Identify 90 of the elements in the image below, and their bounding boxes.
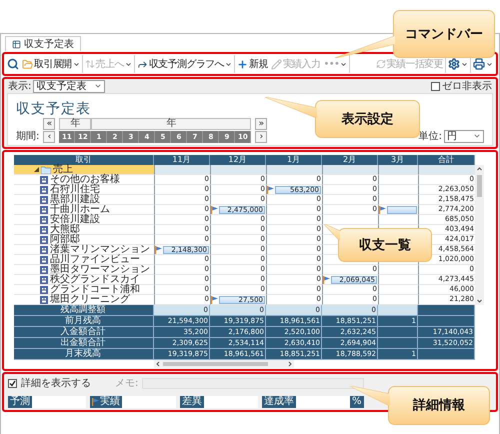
printer-icon: [473, 58, 485, 70]
memo-label: メモ:: [115, 377, 138, 390]
toolbar-button[interactable]: 新規: [236, 55, 269, 73]
vertical-scrollbar[interactable]: [475, 165, 484, 305]
row-label[interactable]: 阿部邸: [50, 234, 80, 244]
input-field[interactable]: [32, 396, 86, 408]
column-header: 取引: [14, 155, 154, 165]
checkbox[interactable]: [431, 82, 440, 90]
callout-text: 収支一覧: [359, 238, 411, 252]
unit-label: 単位:: [418, 130, 442, 143]
field-label: 差異: [180, 396, 204, 408]
callout-text: 表示設定: [342, 112, 394, 126]
column-header: 11月: [154, 155, 210, 165]
unit-label: %: [350, 396, 364, 408]
table-cell: [322, 215, 378, 225]
display-label: 表示:: [8, 80, 32, 93]
settings-icon: [448, 58, 460, 70]
table-cell: [378, 327, 418, 338]
table-cell: [418, 316, 475, 327]
period-label: 期間:: [16, 130, 40, 143]
chevron-icon: [94, 82, 102, 90]
row-label[interactable]: 石狩川住宅: [50, 184, 100, 194]
table-cell: [378, 285, 418, 295]
field-label: 実績: [90, 396, 122, 408]
row-label[interactable]: 堀田クリーニング: [50, 294, 130, 304]
expand-toggle-icon[interactable]: [34, 167, 39, 172]
input-field[interactable]: [296, 396, 350, 408]
callout-text: コマンドバー: [405, 26, 483, 42]
row-header: 入金額合計: [14, 327, 154, 338]
row-header: 出金額合計: [14, 338, 154, 349]
value-bar: [387, 206, 417, 214]
next-button[interactable]: ›: [255, 131, 268, 143]
memo-field[interactable]: [142, 378, 364, 388]
folder-icon: [22, 58, 33, 70]
row-header: 月末残高: [14, 349, 154, 360]
plus-icon: [237, 58, 248, 70]
year-cell: 年: [91, 118, 252, 130]
table-cell: [266, 165, 322, 175]
checkbox-label: 詳細を表示する: [21, 376, 91, 390]
column-header: 1月: [266, 155, 322, 165]
unit-select[interactable]: 円: [444, 130, 484, 142]
chevron-icon: [473, 132, 481, 140]
refresh-icon: [376, 59, 386, 69]
page-title: 収支予定表: [16, 100, 91, 118]
table-cell: [418, 305, 475, 316]
flag-icon: [92, 398, 99, 406]
column-header: 合計: [418, 155, 475, 165]
previous-button[interactable]: ‹: [43, 131, 56, 143]
forward-arrow-icon: [136, 58, 148, 70]
table-cell: [378, 175, 418, 185]
table-cell: [418, 349, 475, 360]
pencil-icon: [270, 58, 282, 70]
year-cell: 年: [59, 118, 92, 130]
checkbox-label: ゼロ非表示: [442, 80, 492, 93]
table-cell: [322, 165, 378, 175]
table-cell: [378, 165, 418, 175]
caret-icon: [461, 60, 468, 68]
display-select[interactable]: 収支予定表: [33, 80, 106, 92]
table-cell: [378, 265, 418, 275]
row-label[interactable]: 千曲川ホーム: [50, 204, 110, 214]
column-header: 2月: [322, 155, 378, 165]
row-label[interactable]: 大熊邸: [50, 224, 80, 234]
caret-icon: [486, 60, 493, 68]
table-icon: [12, 40, 21, 48]
row-label[interactable]: 品川ファインビュー: [50, 254, 140, 264]
callout-text: 詳細情報: [413, 398, 465, 413]
previous-year-button[interactable]: «: [43, 118, 56, 130]
table-cell: [378, 185, 418, 195]
table-cell: [210, 165, 266, 175]
row-label[interactable]: 売上: [53, 164, 73, 174]
table-cell: [378, 295, 418, 305]
table-cell: [378, 305, 418, 316]
input-field[interactable]: [122, 396, 176, 408]
horizontal-scrollbar[interactable]: [154, 360, 294, 368]
column-header: 12月: [210, 155, 266, 165]
row-header: 前月残高: [14, 316, 154, 327]
table-cell: [378, 338, 418, 349]
checkbox[interactable]: [8, 378, 17, 388]
field-label: 達成率: [262, 396, 296, 408]
field-label: 予測: [8, 396, 32, 408]
search-icon: [7, 58, 19, 70]
toolbar-button[interactable]: 取引展開: [21, 55, 81, 73]
toolbar-button[interactable]: 収支予測グラフへ: [136, 55, 234, 73]
table-cell: [418, 165, 475, 175]
sort-icon: [84, 59, 95, 69]
row-header: 残高調整額: [14, 305, 154, 316]
column-header: 3月: [378, 155, 418, 165]
next-year-button[interactable]: »: [255, 118, 268, 130]
input-field[interactable]: [204, 396, 258, 408]
tab[interactable]: 収支予定表: [5, 36, 81, 51]
